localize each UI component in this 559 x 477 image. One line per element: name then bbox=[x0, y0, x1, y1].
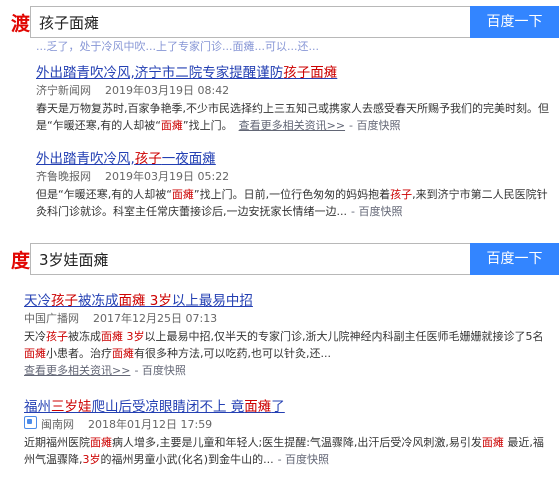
search-button[interactable]: 百度一下 bbox=[470, 6, 559, 38]
abstract-highlight: 面瘫 bbox=[171, 188, 194, 201]
result-abstract: 近期福州医院面瘫病人增多,主要是儿童和年轻人;医生提醒:气温骤降,出汗后受冷风刺… bbox=[24, 434, 544, 468]
title-highlight: 面瘫 3岁 bbox=[118, 293, 172, 309]
search-panel-2: 度 3岁娃面瘫 百度一下 天冷孩子被冻成面瘫 3岁以上最易中招 中国广播网 201… bbox=[0, 240, 559, 477]
abstract-highlight: 面瘫 bbox=[481, 436, 504, 449]
abstract-highlight: 孩子 bbox=[46, 330, 68, 343]
result-meta: 齐鲁晚报网 2019年03月19日 05:22 bbox=[36, 168, 556, 186]
baidu-logo[interactable]: 渡 bbox=[0, 12, 30, 36]
search-button[interactable]: 百度一下 bbox=[470, 243, 559, 275]
title-text: 爬山后受凉眼睛闭不上 竟 bbox=[91, 399, 245, 415]
search-result: 外出踏青吹冷风,济宁市二院专家提醒谨防孩子面瘫 济宁新闻网 2019年03月19日… bbox=[36, 64, 556, 134]
abstract-text: 小患者。治疗 bbox=[46, 347, 112, 360]
abstract-text: 近期福州医院 bbox=[24, 436, 90, 449]
result-abstract: 但是“乍暖还寒,有的人却被“面瘫”找上门。日前,一位行色匆匆的妈妈抱着孩子,来到… bbox=[36, 186, 556, 220]
abstract-highlight: 面瘫 bbox=[112, 347, 134, 360]
search-result: 外出踏青吹冷风,孩子一夜面瘫 齐鲁晚报网 2019年03月19日 05:22 但是… bbox=[36, 150, 556, 220]
result-source: 齐鲁晚报网 bbox=[36, 170, 91, 183]
abstract-text: 病人增多,主要是儿童和年轻人;医生提醒:气温骤降,出汗后受冷风刺激,易引发 bbox=[112, 436, 482, 449]
more-news-link[interactable]: 查看更多相关资讯>> bbox=[24, 364, 130, 377]
result-source: 闽南网 bbox=[41, 418, 74, 431]
cutoff-abstract-text: ...乏了，处于冷风中吹...上了专家门诊...面瘫...可以...还... bbox=[36, 40, 319, 53]
result-title-link[interactable]: 外出踏青吹冷风,孩子一夜面瘫 bbox=[36, 150, 556, 168]
title-text: 外出踏青吹冷风, bbox=[36, 151, 135, 167]
abstract-highlight: 面瘫 3岁 bbox=[101, 330, 145, 343]
result-source: 济宁新闻网 bbox=[36, 84, 91, 97]
result-meta: 中国广播网 2017年12月25日 07:13 bbox=[24, 310, 544, 328]
result-meta: 闽南网 2018年01月12日 17:59 bbox=[24, 416, 544, 434]
result-meta: 济宁新闻网 2019年03月19日 08:42 bbox=[36, 82, 556, 100]
search-input[interactable]: 孩子面瘫 bbox=[30, 6, 470, 38]
title-highlight: 面瘫 bbox=[244, 399, 272, 415]
title-text: 一夜面瘫 bbox=[161, 151, 216, 167]
title-highlight: 孩子 bbox=[51, 293, 78, 309]
title-highlight: 三岁娃 bbox=[51, 399, 92, 415]
abstract-text: 但是“乍暖还寒,有的人却被“ bbox=[36, 188, 172, 201]
search-panel-1: 渡 孩子面瘫 百度一下 ...乏了，处于冷风中吹...上了专家门诊...面瘫..… bbox=[0, 0, 559, 236]
result-time: 2019年03月19日 05:22 bbox=[105, 170, 230, 183]
abstract-highlight: 面瘫 bbox=[160, 119, 183, 132]
search-result: 福州三岁娃爬山后受凉眼睛闭不上 竟面瘫了 闽南网 2018年01月12日 17:5… bbox=[24, 398, 544, 468]
snapshot-link[interactable]: 百度快照 bbox=[349, 119, 400, 132]
result-abstract: 春天是万物复苏时,百家争艳季,不少市民选择约上三五知己或携家人去感受春天所赐予我… bbox=[36, 100, 556, 134]
baidu-logo[interactable]: 度 bbox=[0, 249, 30, 273]
title-text: 被冻成 bbox=[78, 293, 119, 309]
snapshot-link[interactable]: 百度快照 bbox=[278, 453, 329, 466]
abstract-text: 以上最易中招,仅半天的专家门诊,浙大儿院神经内科副主任医师毛姗姗就接诊了5名 bbox=[144, 330, 544, 343]
more-news-link[interactable]: 查看更多相关资讯>> bbox=[239, 119, 345, 132]
abstract-text: 有很多种方法,可以吃药,也可以针灸,还... bbox=[134, 347, 331, 360]
result-time: 2018年01月12日 17:59 bbox=[88, 418, 213, 431]
result-title-link[interactable]: 福州三岁娃爬山后受凉眼睛闭不上 竟面瘫了 bbox=[24, 398, 544, 416]
search-input[interactable]: 3岁娃面瘫 bbox=[30, 243, 470, 275]
title-text: 外出踏青吹冷风,济宁市二院专家提醒谨防 bbox=[36, 65, 284, 81]
search-bar: 渡 孩子面瘫 百度一下 bbox=[0, 6, 559, 42]
snapshot-link[interactable]: 百度快照 bbox=[134, 364, 185, 377]
abstract-text: ”找上门。日前,一位行色匆匆的妈妈抱着 bbox=[193, 188, 391, 201]
abstract-text: 的福州男童小武(化名)到金牛山的... bbox=[100, 453, 274, 466]
result-title-link[interactable]: 天冷孩子被冻成面瘫 3岁以上最易中招 bbox=[24, 292, 544, 310]
title-highlight: 孩子面瘫 bbox=[283, 65, 338, 81]
news-source-icon bbox=[24, 416, 37, 429]
abstract-highlight: 孩子 bbox=[390, 188, 413, 201]
result-title-link[interactable]: 外出踏青吹冷风,济宁市二院专家提醒谨防孩子面瘫 bbox=[36, 64, 556, 82]
snapshot-link[interactable]: 百度快照 bbox=[351, 205, 402, 218]
result-abstract: 天冷孩子被冻成面瘫 3岁以上最易中招,仅半天的专家门诊,浙大儿院神经内科副主任医… bbox=[24, 328, 544, 362]
abstract-highlight: 3岁 bbox=[82, 453, 101, 466]
result-links: 查看更多相关资讯>> 百度快照 bbox=[24, 362, 544, 379]
abstract-text: ”找上门。 bbox=[182, 119, 233, 132]
title-highlight: 孩子 bbox=[134, 151, 162, 167]
abstract-text: 天冷 bbox=[24, 330, 46, 343]
title-text: 以上最易中招 bbox=[171, 293, 253, 309]
abstract-text: 被冻成 bbox=[68, 330, 101, 343]
abstract-highlight: 面瘫 bbox=[90, 436, 112, 449]
search-result: 天冷孩子被冻成面瘫 3岁以上最易中招 中国广播网 2017年12月25日 07:1… bbox=[24, 292, 544, 379]
title-text: 天冷 bbox=[24, 293, 51, 309]
result-time: 2017年12月25日 07:13 bbox=[93, 312, 218, 325]
result-source: 中国广播网 bbox=[24, 312, 79, 325]
title-text: 福州 bbox=[24, 399, 51, 415]
abstract-highlight: 面瘫 bbox=[24, 347, 46, 360]
search-bar: 度 3岁娃面瘫 百度一下 bbox=[0, 243, 559, 279]
result-time: 2019年03月19日 08:42 bbox=[105, 84, 230, 97]
title-text: 了 bbox=[271, 399, 285, 415]
